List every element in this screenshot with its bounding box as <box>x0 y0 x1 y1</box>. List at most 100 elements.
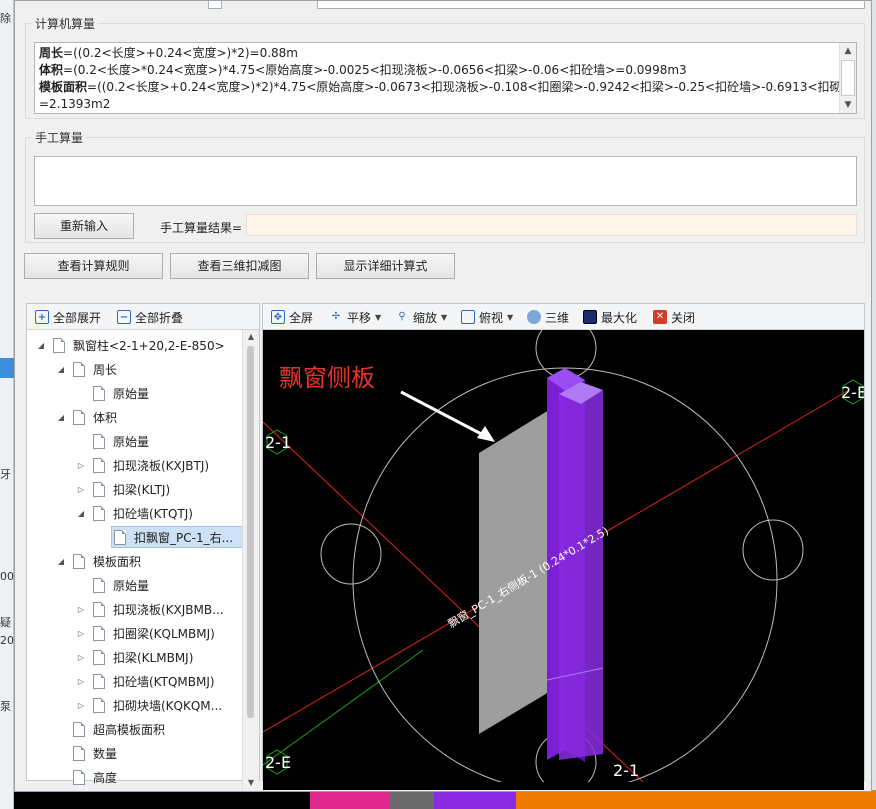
cutoff-field[interactable] <box>317 1 865 9</box>
calculation-dialog: 计算机算量 周长=((0.2<长度>+0.24<宽度>)*2)=0.88m 体积… <box>14 0 872 792</box>
axis-label-2-1-left: 2-1 <box>265 433 291 452</box>
tree-toolbar: + 全部展开 − 全部折叠 <box>27 304 259 330</box>
top-view-button[interactable]: 俯视 ▼ <box>461 308 513 326</box>
expand-arrow-icon[interactable]: ▷ <box>75 485 87 494</box>
quantity-tree: ◢ 飘窗柱<2-1+20,2-E-850> ◢ 周长 原始量 ◢ 体积 原始量 ▷ 扣现… <box>27 330 259 790</box>
column-body[interactable] <box>559 390 603 760</box>
bg-fragment: 泵 <box>0 700 11 713</box>
tree-node-label: 周长 <box>93 362 118 377</box>
computer-calc-group: 计算机算量 周长=((0.2<长度>+0.24<宽度>)*2)=0.88m 体积… <box>25 15 865 119</box>
top-fields-cutoff <box>15 1 873 11</box>
tree-node-label: 扣梁(KLMBMJ) <box>113 650 194 665</box>
tree-node-perimeter-raw[interactable]: 原始量 <box>93 382 149 404</box>
scroll-thumb[interactable] <box>247 346 254 718</box>
tree-node-label: 扣现浇板(KXJBMB... <box>113 602 224 617</box>
deduction-3d-panel: ✥ 全屏 ✢ 平移 ▼ ⚲ 缩放 ▼ 俯视 ▼ 三维 最大化 ✕ 关闭 2-1 … <box>262 303 865 790</box>
three-d-button[interactable]: 三维 <box>527 308 569 326</box>
formula-line-perimeter: 周长=((0.2<长度>+0.24<宽度>)*2)=0.88m <box>39 46 298 60</box>
annotation-text: 飘窗侧板 <box>279 364 375 392</box>
expand-all-button[interactable]: + 全部展开 <box>35 308 101 326</box>
scroll-thumb[interactable] <box>841 60 855 96</box>
dropdown-caret-icon[interactable]: ▼ <box>441 313 447 322</box>
document-icon <box>93 481 105 497</box>
tree-node-high-formwork[interactable]: 超高模板面积 <box>73 718 165 740</box>
cutoff-field[interactable] <box>208 1 222 9</box>
view-3d-deduction-button[interactable]: 查看三维扣减图 <box>170 253 309 279</box>
top-view-label: 俯视 <box>479 310 504 325</box>
close-view-button[interactable]: ✕ 关闭 <box>653 308 695 326</box>
collapse-arrow-icon[interactable]: ◢ <box>35 341 47 350</box>
collapse-arrow-icon[interactable]: ◢ <box>55 413 67 422</box>
zoom-button[interactable]: ⚲ 缩放 ▼ <box>395 308 447 326</box>
axis-label-2-e-bottom: 2-E <box>265 753 291 772</box>
3d-scene[interactable]: 2-1 2-E 2-E 2-1 飘窗_PC-1_右侧板-1 (0.24*0.1*… <box>263 330 864 790</box>
collapse-arrow-icon[interactable]: ◢ <box>75 509 87 518</box>
expand-arrow-icon[interactable]: ▷ <box>75 629 87 638</box>
tree-node-volume-beam[interactable]: ▷ 扣梁(KLTJ) <box>75 478 170 500</box>
tree-node-quantity[interactable]: 数量 <box>73 742 117 764</box>
reinput-button[interactable]: 重新输入 <box>34 213 134 239</box>
computer-calc-title: 计算机算量 <box>32 15 99 32</box>
expand-arrow-icon[interactable]: ▷ <box>75 677 87 686</box>
tree-node-formwork-raw[interactable]: 原始量 <box>93 574 149 596</box>
tree-node-formwork-ringbeam[interactable]: ▷ 扣圈梁(KQLMBMJ) <box>75 622 215 644</box>
scroll-down-icon[interactable]: ▼ <box>840 97 856 113</box>
manual-calc-input[interactable] <box>34 156 857 206</box>
document-icon <box>93 601 105 617</box>
bg-shape <box>434 790 516 809</box>
collapse-arrow-icon[interactable]: ◢ <box>55 365 67 374</box>
pan-button[interactable]: ✢ 平移 ▼ <box>329 308 381 326</box>
document-icon <box>93 577 105 593</box>
scroll-down-icon[interactable]: ▼ <box>243 776 259 790</box>
maximize-button[interactable]: 最大化 <box>583 308 637 326</box>
tree-node-label: 扣砼墙(KTQTJ) <box>113 506 193 521</box>
3d-viewport[interactable]: 2-1 2-E 2-E 2-1 飘窗_PC-1_右侧板-1 (0.24*0.1*… <box>263 330 864 790</box>
document-icon <box>93 625 105 641</box>
collapse-all-button[interactable]: − 全部折叠 <box>117 308 183 326</box>
tree-node-formwork-wall[interactable]: ▷ 扣砼墙(KTQMBMJ) <box>75 670 215 692</box>
tree-node-volume-slab[interactable]: ▷ 扣现浇板(KXJBTJ) <box>75 454 209 476</box>
top-view-icon <box>461 310 475 324</box>
tree-node-volume-window[interactable]: 扣飘窗_PC-1_右... <box>111 526 245 548</box>
collapse-arrow-icon[interactable]: ◢ <box>55 557 67 566</box>
three-d-icon <box>527 310 541 324</box>
tree-node-volume-raw[interactable]: 原始量 <box>93 430 149 452</box>
manual-result-field[interactable] <box>246 214 857 236</box>
background-app-strip: 除 牙 00 疑 20 泵 <box>0 0 14 809</box>
tree-scrollbar[interactable]: ▲ ▼ <box>242 330 259 790</box>
bg-fragment: 20 <box>0 634 14 647</box>
expand-arrow-icon[interactable]: ▷ <box>75 461 87 470</box>
tree-node-volume-wall[interactable]: ◢ 扣砼墙(KTQTJ) <box>75 502 193 524</box>
tree-node-formwork-slab[interactable]: ▷ 扣现浇板(KXJBMB... <box>75 598 224 620</box>
expand-arrow-icon[interactable]: ▷ <box>75 605 87 614</box>
dropdown-caret-icon[interactable]: ▼ <box>507 313 513 322</box>
annotation-arrowhead-icon <box>477 426 495 442</box>
document-icon <box>93 433 105 449</box>
scroll-up-icon[interactable]: ▲ <box>840 43 856 59</box>
tree-node-label: 体积 <box>93 410 118 425</box>
fullscreen-button[interactable]: ✥ 全屏 <box>271 308 313 326</box>
scroll-up-icon[interactable]: ▲ <box>243 330 259 344</box>
show-detail-formula-button[interactable]: 显示详细计算式 <box>316 253 455 279</box>
expand-arrow-icon[interactable]: ▷ <box>75 653 87 662</box>
expand-arrow-icon[interactable]: ▷ <box>75 701 87 710</box>
formula-scrollbar[interactable]: ▲ ▼ <box>839 43 856 113</box>
document-icon <box>93 505 105 521</box>
tree-node-label: 扣砼墙(KTQMBMJ) <box>113 674 215 689</box>
tree-node-label: 原始量 <box>113 386 150 401</box>
axis-label-2-e-right: 2-E <box>841 383 864 402</box>
tree-node-formwork[interactable]: ◢ 模板面积 <box>55 550 141 572</box>
pan-label: 平移 <box>347 310 372 325</box>
formula-line-formwork-result: =2.1393m2 <box>39 97 111 111</box>
tree-node-height[interactable]: 高度 <box>73 766 117 788</box>
tree-node-formwork-beam[interactable]: ▷ 扣梁(KLMBMJ) <box>75 646 193 668</box>
computer-calc-output[interactable]: 周长=((0.2<长度>+0.24<宽度>)*2)=0.88m 体积=(0.2<… <box>34 42 857 114</box>
tree-node-volume[interactable]: ◢ 体积 <box>55 406 117 428</box>
tree-node-label: 原始量 <box>113 578 150 593</box>
tree-node-root[interactable]: ◢ 飘窗柱<2-1+20,2-E-850> <box>35 334 225 356</box>
tree-node-formwork-block[interactable]: ▷ 扣砌块墙(KQKQM... <box>75 694 222 716</box>
fullscreen-label: 全屏 <box>289 310 314 325</box>
dropdown-caret-icon[interactable]: ▼ <box>375 313 381 322</box>
tree-node-perimeter[interactable]: ◢ 周长 <box>55 358 117 380</box>
view-rules-button[interactable]: 查看计算规则 <box>24 253 163 279</box>
